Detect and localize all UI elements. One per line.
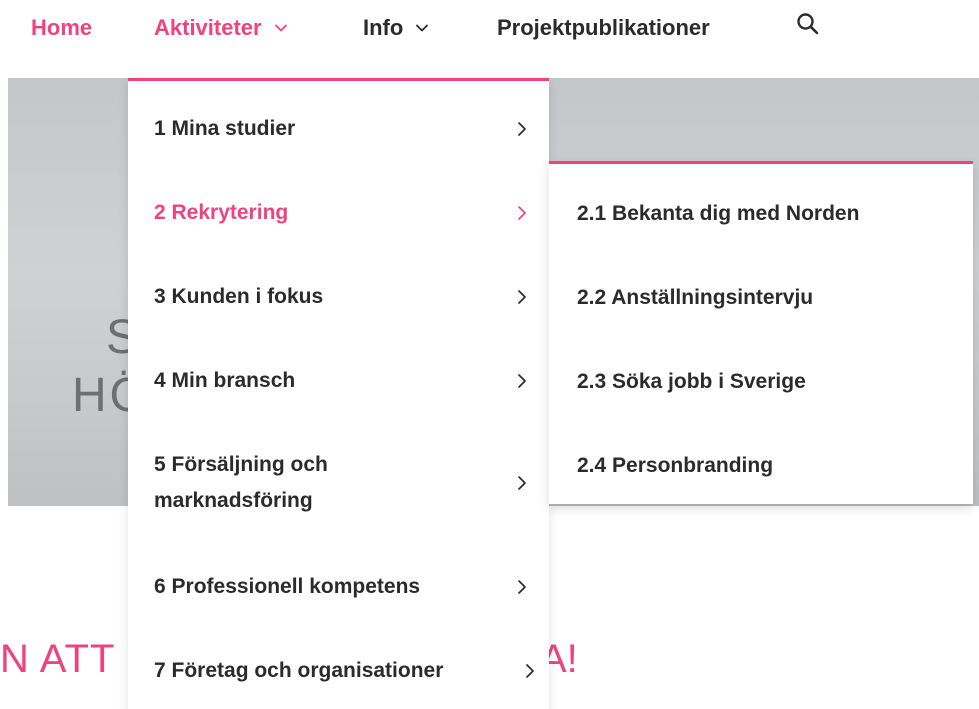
nav-info[interactable]: Info (363, 14, 429, 42)
dropdown-item-label: 5 Försäljning och marknadsföring (154, 453, 328, 512)
dropdown-item-kunden-i-fokus[interactable]: 3 Kunden i fokus (128, 277, 549, 317)
search-icon (795, 11, 821, 43)
dropdown-item-label: 4 Min bransch (154, 369, 296, 392)
chevron-right-icon (515, 288, 529, 306)
dropdown-item-forsaljning[interactable]: 5 Försäljning och marknadsföring (128, 443, 549, 523)
page: S HÖ N ATT A! Home Aktiviteter Info Proj… (0, 0, 979, 709)
search-button[interactable] (795, 12, 825, 42)
submenu-item-personbranding[interactable]: 2.4 Personbranding (577, 454, 773, 478)
dropdown-item-label: 3 Kunden i fokus (154, 285, 324, 308)
nav-info-label: Info (363, 15, 404, 40)
chevron-right-icon (515, 204, 529, 222)
nav-aktiviteter[interactable]: Aktiviteter (154, 14, 288, 42)
main-navigation: Home Aktiviteter Info Projektpublikation… (0, 0, 979, 58)
dropdown-item-foretag-och-organisationer[interactable]: 7 Företag och organisationer (128, 651, 549, 691)
submenu-item-anstallningsintervju[interactable]: 2.2 Anställningsintervju (577, 286, 813, 310)
chevron-down-icon (415, 21, 429, 35)
dropdown-item-label: 7 Företag och organisationer (154, 659, 444, 682)
chevron-right-icon (515, 578, 529, 596)
dropdown-item-professionell-kompetens[interactable]: 6 Professionell kompetens (128, 567, 549, 607)
nav-aktiviteter-label: Aktiviteter (154, 15, 262, 40)
submenu-item-bekanta-dig[interactable]: 2.1 Bekanta dig med Norden (577, 202, 859, 226)
chevron-right-icon (515, 474, 529, 492)
dropdown-item-min-bransch[interactable]: 4 Min bransch (128, 361, 549, 401)
rekrytering-submenu: 2.1 Bekanta dig med Norden 2.2 Anställni… (549, 161, 973, 504)
nav-projektpublikationer-label: Projektpublikationer (497, 15, 710, 40)
nav-home-label: Home (31, 15, 93, 40)
chevron-down-icon (274, 21, 288, 35)
dropdown-item-label: 2 Rekrytering (154, 201, 289, 224)
chevron-right-icon (515, 372, 529, 390)
chevron-right-icon (515, 120, 529, 138)
section-heading-left: N ATT (0, 637, 116, 681)
dropdown-item-mina-studier[interactable]: 1 Mina studier (128, 109, 549, 149)
dropdown-item-label: 6 Professionell kompetens (154, 575, 421, 598)
submenu-item-soka-jobb[interactable]: 2.3 Söka jobb i Sverige (577, 370, 806, 394)
nav-home[interactable]: Home (31, 14, 92, 42)
dropdown-item-label: 1 Mina studier (154, 117, 296, 140)
nav-projektpublikationer[interactable]: Projektpublikationer (497, 14, 710, 42)
dropdown-item-rekrytering[interactable]: 2 Rekrytering (128, 193, 549, 233)
chevron-right-icon (523, 662, 537, 680)
aktiviteter-dropdown: 1 Mina studier 2 Rekrytering 3 Kunden i … (128, 78, 549, 709)
